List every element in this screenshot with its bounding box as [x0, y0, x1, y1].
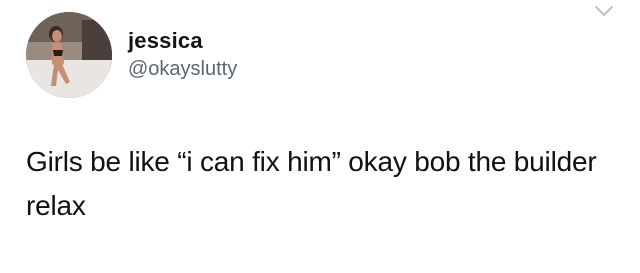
chevron-down-icon[interactable] [593, 4, 615, 18]
tweet-card: jessica @okayslutty Girls be like “i can… [0, 0, 640, 273]
author-handle[interactable]: @okayslutty [128, 58, 237, 81]
avatar[interactable] [26, 12, 112, 98]
avatar-photo [26, 12, 112, 98]
tweet-text: Girls be like “i can fix him” okay bob t… [26, 146, 597, 221]
author-display-name[interactable]: jessica [128, 28, 203, 54]
